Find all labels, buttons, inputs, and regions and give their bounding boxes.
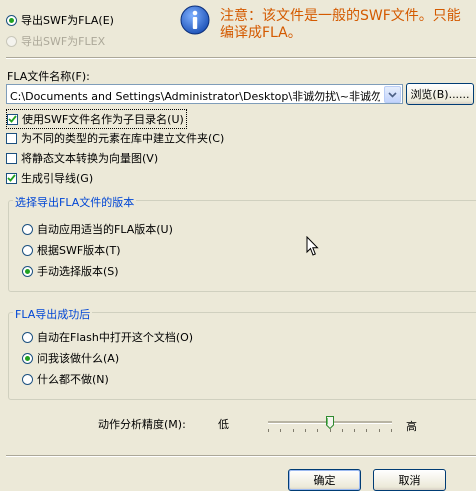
notice-text: 注意：该文件是一般的SWF文件。只能编译成FLA。 xyxy=(220,8,461,41)
browse-button[interactable]: 浏览(B)...... xyxy=(406,83,474,105)
export-fla-radio-circle[interactable] xyxy=(6,14,17,26)
after-nothing-radio[interactable]: 什么都不做(N) xyxy=(22,371,109,387)
slider-tick xyxy=(354,429,355,432)
option-folders-box[interactable] xyxy=(6,132,17,144)
version-manual-radio[interactable]: 手动选择版本(S) xyxy=(22,263,119,279)
after-nothing-circle[interactable] xyxy=(22,373,33,385)
browse-button-label: 浏览(B)...... xyxy=(410,88,470,101)
bottom-separator xyxy=(6,455,476,457)
cancel-button[interactable]: 取消 xyxy=(373,469,446,491)
option-folders-checkbox[interactable]: 为不同的类型的元素在库中建立文件夹(C) xyxy=(6,130,224,146)
fla-name-label: FLA文件名称(F): xyxy=(7,70,90,83)
slider-tick xyxy=(391,429,392,432)
version-group-title: 选择导出FLA文件的版本 xyxy=(13,194,137,210)
after-open-flash-circle[interactable] xyxy=(22,331,33,343)
fla-name-value[interactable]: C:\Documents and Settings\Administrator\… xyxy=(10,88,380,104)
slider-tick xyxy=(268,429,269,432)
version-auto-circle[interactable] xyxy=(22,223,33,235)
version-manual-circle[interactable] xyxy=(22,265,33,277)
top-separator xyxy=(6,57,476,59)
slider-tick xyxy=(280,429,281,432)
version-swf-label: 根据SWF版本(T) xyxy=(37,244,121,257)
after-ask-circle[interactable] xyxy=(22,352,33,364)
version-auto-label: 自动应用适当的FLA版本(U) xyxy=(37,223,173,236)
slider-tick xyxy=(342,429,343,432)
option-vector-checkbox[interactable]: 将静态文本转换为向量图(V) xyxy=(6,150,158,166)
ok-button[interactable]: 确定 xyxy=(288,469,361,491)
version-swf-radio[interactable]: 根据SWF版本(T) xyxy=(22,242,121,258)
option-subdir-box[interactable] xyxy=(7,113,18,125)
fla-name-combobox[interactable]: C:\Documents and Settings\Administrator\… xyxy=(6,84,403,104)
option-subdir-label: 使用SWF文件名作为子目录名(U) xyxy=(22,113,184,126)
after-ask-radio[interactable]: 问我该做什么(A) xyxy=(22,350,119,366)
precision-slider-ticks xyxy=(268,429,392,433)
precision-label: 动作分析精度(M): xyxy=(98,418,186,431)
after-nothing-label: 什么都不做(N) xyxy=(37,373,109,386)
after-export-group-title: FLA导出成功后 xyxy=(13,306,93,322)
option-guides-box[interactable] xyxy=(6,172,17,184)
export-flex-label: 导出SWF为FLEX xyxy=(21,35,106,48)
option-folders-label: 为不同的类型的元素在库中建立文件夹(C) xyxy=(21,132,225,145)
option-vector-box[interactable] xyxy=(6,152,17,164)
mouse-cursor-icon xyxy=(306,235,319,260)
option-subdir-checkbox[interactable]: 使用SWF文件名作为子目录名(U) xyxy=(6,109,187,129)
slider-tick xyxy=(317,429,318,432)
precision-low-label: 低 xyxy=(218,418,229,431)
export-flex-radio: 导出SWF为FLEX xyxy=(6,33,105,49)
slider-tick xyxy=(379,429,380,432)
version-auto-radio[interactable]: 自动应用适当的FLA版本(U) xyxy=(22,221,173,237)
slider-tick xyxy=(330,429,331,432)
slider-tick xyxy=(366,429,367,432)
after-open-flash-radio[interactable]: 自动在Flash中打开这个文档(O) xyxy=(22,329,193,345)
export-fla-label: 导出SWF为FLA(E) xyxy=(21,14,114,27)
info-icon xyxy=(180,5,210,35)
slider-tick xyxy=(305,429,306,432)
precision-slider[interactable] xyxy=(268,414,392,434)
ok-button-label: 确定 xyxy=(313,474,336,487)
export-fla-radio[interactable]: 导出SWF为FLA(E) xyxy=(6,12,114,28)
slider-tick xyxy=(293,429,294,432)
precision-high-label: 高 xyxy=(406,420,417,433)
export-flex-radio-circle xyxy=(6,35,17,47)
option-vector-label: 将静态文本转换为向量图(V) xyxy=(21,152,159,165)
precision-slider-thumb[interactable] xyxy=(326,416,334,430)
after-open-flash-label: 自动在Flash中打开这个文档(O) xyxy=(37,331,194,344)
version-manual-label: 手动选择版本(S) xyxy=(37,265,119,278)
version-swf-circle[interactable] xyxy=(22,244,33,256)
option-guides-label: 生成引导线(G) xyxy=(21,172,94,185)
after-ask-label: 问我该做什么(A) xyxy=(37,352,120,365)
chevron-down-icon[interactable] xyxy=(384,86,401,103)
cancel-button-label: 取消 xyxy=(398,474,421,487)
option-guides-checkbox[interactable]: 生成引导线(G) xyxy=(6,170,93,186)
